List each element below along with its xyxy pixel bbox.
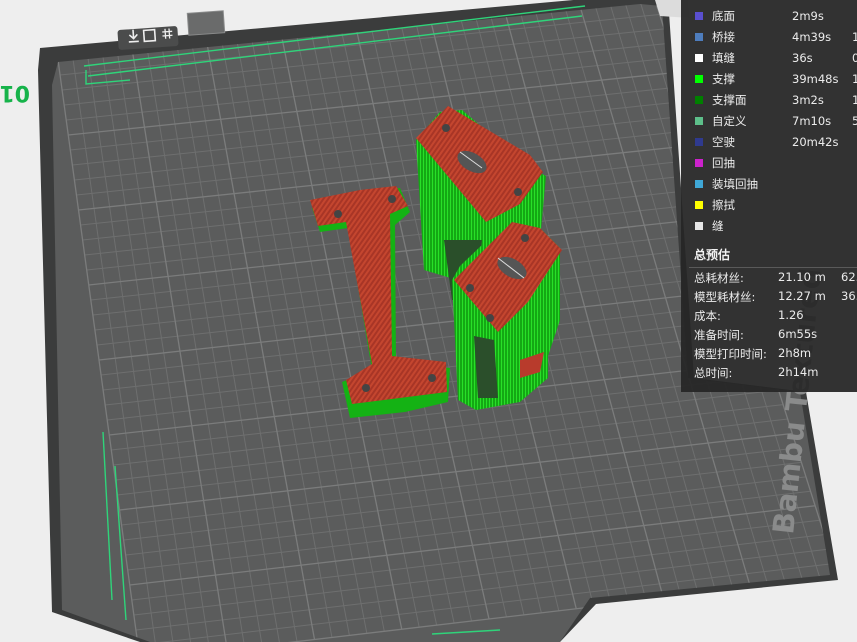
estimate-value: 6m55s — [778, 327, 818, 341]
estimate-row: 模型耗材丝: 12.27 m 36. — [681, 289, 857, 308]
legend-name: 底面 — [712, 8, 735, 23]
legend-row: 填缝 36s 0 — [681, 47, 857, 68]
legend-row: 桥接 4m39s 1 — [681, 26, 857, 47]
legend-swatch — [695, 221, 703, 230]
legend-swatch — [695, 32, 703, 41]
legend-row: 缝 — [681, 215, 857, 236]
legend-time: 20m42s — [792, 134, 839, 149]
legend-extra: 1 — [852, 29, 857, 44]
legend-swatch — [695, 158, 703, 167]
legend-name: 擦拭 — [712, 197, 735, 212]
legend-time: 39m48s — [792, 71, 839, 86]
legend-name: 装填回抽 — [712, 176, 758, 191]
legend-row: 回抽 — [681, 152, 857, 173]
legend-time: 3m2s — [792, 92, 824, 107]
legend-time: 36s — [792, 50, 813, 65]
estimate-label: 模型打印时间: — [694, 347, 767, 361]
estimate-value: 2h8m — [778, 346, 812, 360]
legend-extra: 0 — [852, 50, 857, 65]
legend-swatch — [695, 95, 703, 104]
legend-row: 支撑面 3m2s 1 — [681, 89, 857, 110]
estimate-label: 准备时间: — [694, 328, 744, 342]
estimate-row: 成本: 1.26 — [681, 308, 857, 327]
estimate-value: 2h14m — [778, 365, 819, 379]
estimate-row: 总耗材丝: 21.10 m 62. — [681, 270, 857, 289]
estimate-extra: 36. — [841, 289, 857, 303]
estimate-title: 总预估 — [694, 248, 731, 262]
estimate-extra: 62. — [841, 270, 857, 284]
legend-name: 空驶 — [712, 134, 735, 149]
legend-extra: 5 — [852, 113, 857, 128]
estimate-row: 模型打印时间: 2h8m — [681, 346, 857, 365]
legend-name: 回抽 — [712, 155, 735, 170]
legend-name: 自定义 — [712, 113, 747, 128]
legend-row: 自定义 7m10s 5 — [681, 110, 857, 131]
estimate-value: 21.10 m — [778, 270, 826, 284]
legend-swatch — [695, 137, 703, 146]
gcode-legend-panel: 底面 2m9s 桥接 4m39s 1 填缝 36s 0 支撑 39m48s 1 支撑面 3m2s 1 自定义… — [681, 0, 857, 392]
legend-row: 支撑 39m48s 1 — [681, 68, 857, 89]
legend-row: 空驶 20m42s — [681, 131, 857, 152]
legend-swatch — [695, 11, 703, 20]
legend-name: 缝 — [712, 218, 724, 233]
estimate-value: 1.26 — [778, 308, 804, 322]
estimate-value: 12.27 m — [778, 289, 826, 303]
estimate-label: 总耗材丝: — [694, 271, 744, 285]
legend-time: 7m10s — [792, 113, 832, 128]
legend-swatch — [695, 116, 703, 125]
legend-name: 桥接 — [712, 29, 735, 44]
legend-swatch — [695, 74, 703, 83]
legend-name: 支撑 — [712, 71, 735, 86]
plate-number: 01 — [0, 80, 30, 105]
estimate-row: 总时间: 2h14m — [681, 365, 857, 384]
estimate-row: 准备时间: 6m55s — [681, 327, 857, 346]
legend-name: 填缝 — [712, 50, 735, 65]
estimate-label: 成本: — [694, 309, 721, 323]
legend-extra: 1 — [852, 92, 857, 107]
legend-time: 2m9s — [792, 8, 824, 23]
legend-row: 擦拭 — [681, 194, 857, 215]
legend-name: 支撑面 — [712, 92, 747, 107]
estimate-label: 模型耗材丝: — [694, 290, 756, 304]
legend-row: 装填回抽 — [681, 173, 857, 194]
legend-extra: 1 — [852, 71, 857, 86]
legend-swatch — [695, 179, 703, 188]
legend-swatch — [695, 53, 703, 62]
estimate-label: 总时间: — [694, 366, 733, 380]
legend-row: 底面 2m9s — [681, 5, 857, 26]
legend-time: 4m39s — [792, 29, 832, 44]
estimate-divider — [689, 267, 857, 268]
legend-swatch — [695, 200, 703, 209]
